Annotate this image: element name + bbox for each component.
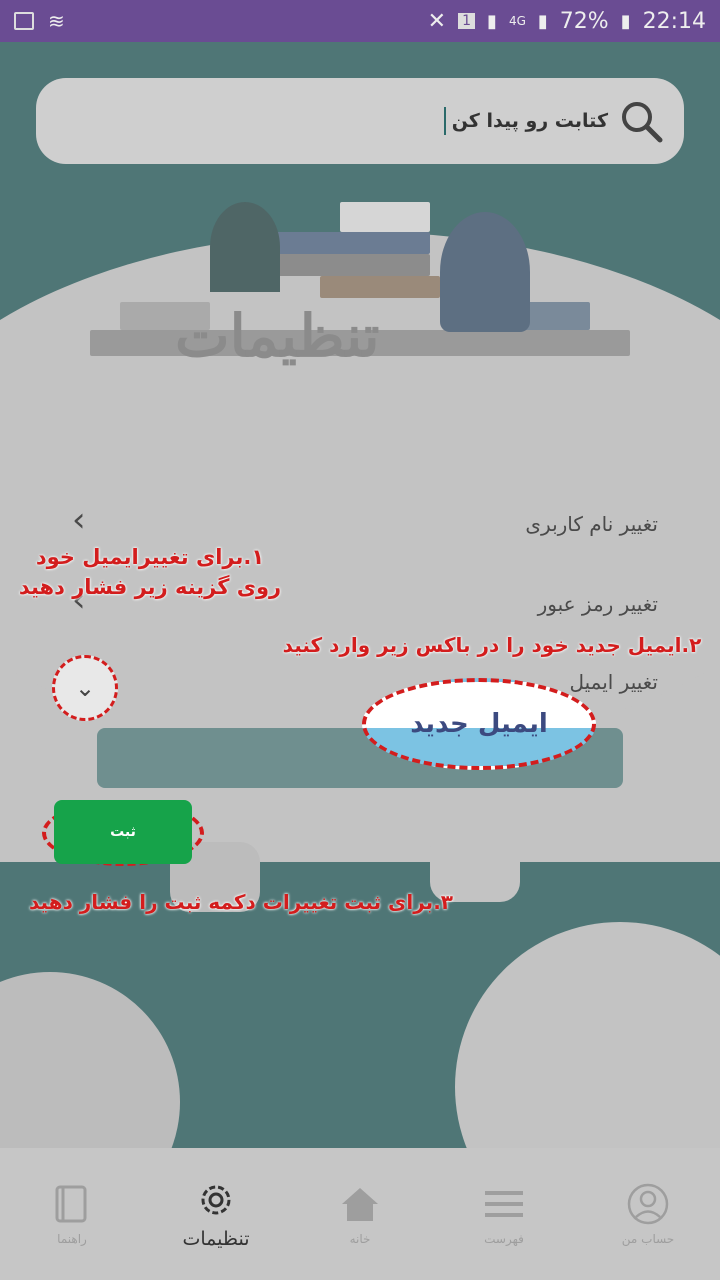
tab-home[interactable]: خانه bbox=[288, 1148, 432, 1280]
settings-screen: کتابت رو پیدا کن تنظیمات ‹ تغییر نام کار… bbox=[0, 42, 720, 1280]
instruction-step2: ۲.ایمیل جدید خود را در باکس زیر وارد کنی… bbox=[282, 633, 702, 657]
tab-settings[interactable]: تنظیمات bbox=[144, 1148, 288, 1280]
tab-list[interactable]: فهرست bbox=[432, 1148, 576, 1280]
mute-icon: ✕ bbox=[427, 8, 447, 34]
sim-label: 1 bbox=[458, 13, 476, 29]
instruction-step3: ۳.برای ثبت تغییرات دکمه ثبت را فشار دهید bbox=[28, 890, 454, 914]
tab-account[interactable]: حساب من bbox=[576, 1148, 720, 1280]
gear-icon bbox=[194, 1178, 238, 1222]
clock: 22:14 bbox=[642, 8, 706, 34]
signal-icon-2: ▮ bbox=[537, 10, 548, 32]
wifi-icon: ≋ bbox=[48, 9, 65, 33]
tab-guide[interactable]: راهنما bbox=[0, 1148, 144, 1280]
settings-item-username[interactable]: تغییر نام کاربری bbox=[525, 512, 658, 536]
search-input[interactable]: کتابت رو پیدا کن bbox=[452, 110, 608, 132]
network-label: 4G bbox=[508, 14, 526, 28]
search-icon[interactable] bbox=[618, 98, 664, 144]
book-icon bbox=[50, 1182, 94, 1226]
battery-percent: 72% bbox=[559, 8, 609, 34]
settings-item-password[interactable]: تغییر رمز عبور bbox=[538, 592, 658, 616]
expand-email-button[interactable]: ⌄ bbox=[52, 655, 118, 721]
home-icon bbox=[338, 1182, 382, 1226]
chevron-left-icon[interactable]: ‹ bbox=[72, 500, 86, 540]
submit-button[interactable]: ثبت bbox=[54, 800, 192, 864]
page-title: تنظیمات bbox=[175, 302, 380, 370]
status-bar: ≋ ✕ 1 ▮ 4G ▮ 72% ▮ 22:14 bbox=[0, 0, 720, 42]
user-icon bbox=[626, 1182, 670, 1226]
signal-icon: ▮ bbox=[487, 10, 497, 32]
email-placeholder-highlight: ایمیل جدید bbox=[362, 678, 596, 770]
instruction-step1: ۱.برای تغییرایمیل خود روی گزینه زیر فشار… bbox=[18, 545, 282, 599]
search-bar[interactable]: کتابت رو پیدا کن bbox=[36, 78, 684, 164]
settings-item-email[interactable]: تغییر ایمیل bbox=[569, 670, 658, 694]
chevron-down-icon: ⌄ bbox=[74, 674, 96, 702]
image-notification-icon bbox=[14, 12, 34, 30]
bottom-nav: راهنما تنظیمات خانه فهرست حساب من bbox=[0, 1148, 720, 1280]
battery-icon: ▮ bbox=[620, 10, 631, 32]
list-icon bbox=[482, 1182, 526, 1226]
